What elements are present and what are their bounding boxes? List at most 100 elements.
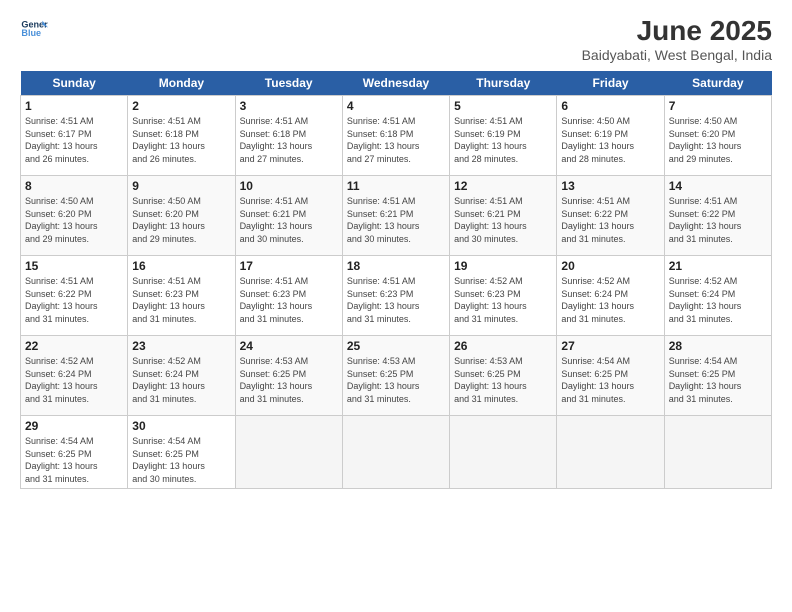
table-row: [664, 416, 771, 489]
header: General Blue June 2025 Baidyabati, West …: [20, 15, 772, 63]
day-number: 30: [132, 419, 230, 433]
day-number: 16: [132, 259, 230, 273]
day-info: Sunrise: 4:51 AM Sunset: 6:23 PM Dayligh…: [132, 275, 230, 325]
table-row: 17 Sunrise: 4:51 AM Sunset: 6:23 PM Dayli…: [235, 256, 342, 336]
day-info: Sunrise: 4:53 AM Sunset: 6:25 PM Dayligh…: [347, 355, 445, 405]
table-row: [450, 416, 557, 489]
table-row: [235, 416, 342, 489]
day-number: 6: [561, 99, 659, 113]
calendar-table: Sunday Monday Tuesday Wednesday Thursday…: [20, 71, 772, 489]
header-friday: Friday: [557, 71, 664, 96]
day-info: Sunrise: 4:51 AM Sunset: 6:22 PM Dayligh…: [561, 195, 659, 245]
day-number: 2: [132, 99, 230, 113]
day-number: 17: [240, 259, 338, 273]
day-info: Sunrise: 4:54 AM Sunset: 6:25 PM Dayligh…: [25, 435, 123, 485]
day-info: Sunrise: 4:51 AM Sunset: 6:18 PM Dayligh…: [240, 115, 338, 165]
day-number: 13: [561, 179, 659, 193]
table-row: 26 Sunrise: 4:53 AM Sunset: 6:25 PM Dayli…: [450, 336, 557, 416]
day-number: 28: [669, 339, 767, 353]
title-section: June 2025 Baidyabati, West Bengal, India: [582, 15, 772, 63]
day-number: 25: [347, 339, 445, 353]
header-saturday: Saturday: [664, 71, 771, 96]
table-row: 30 Sunrise: 4:54 AM Sunset: 6:25 PM Dayli…: [128, 416, 235, 489]
day-number: 8: [25, 179, 123, 193]
header-thursday: Thursday: [450, 71, 557, 96]
table-row: 12Sunrise: 4:51 AM Sunset: 6:21 PM Dayli…: [450, 176, 557, 256]
day-info: Sunrise: 4:51 AM Sunset: 6:21 PM Dayligh…: [454, 195, 552, 245]
day-number: 21: [669, 259, 767, 273]
table-row: 9 Sunrise: 4:50 AM Sunset: 6:20 PM Daylig…: [128, 176, 235, 256]
subtitle: Baidyabati, West Bengal, India: [582, 47, 772, 63]
table-row: 27 Sunrise: 4:54 AM Sunset: 6:25 PM Dayli…: [557, 336, 664, 416]
day-info: Sunrise: 4:51 AM Sunset: 6:21 PM Dayligh…: [240, 195, 338, 245]
day-number: 27: [561, 339, 659, 353]
day-info: Sunrise: 4:50 AM Sunset: 6:20 PM Dayligh…: [25, 195, 123, 245]
day-number: 18: [347, 259, 445, 273]
day-info: Sunrise: 4:50 AM Sunset: 6:20 PM Dayligh…: [132, 195, 230, 245]
main-title: June 2025: [582, 15, 772, 47]
table-row: 5 Sunrise: 4:51 AM Sunset: 6:19 PM Daylig…: [450, 96, 557, 176]
day-number: 10: [240, 179, 338, 193]
table-row: 18 Sunrise: 4:51 AM Sunset: 6:23 PM Dayli…: [342, 256, 449, 336]
header-sunday: Sunday: [21, 71, 128, 96]
day-info: Sunrise: 4:50 AM Sunset: 6:19 PM Dayligh…: [561, 115, 659, 165]
day-info: Sunrise: 4:53 AM Sunset: 6:25 PM Dayligh…: [240, 355, 338, 405]
table-row: 16 Sunrise: 4:51 AM Sunset: 6:23 PM Dayli…: [128, 256, 235, 336]
day-info: Sunrise: 4:51 AM Sunset: 6:18 PM Dayligh…: [347, 115, 445, 165]
table-row: 29 Sunrise: 4:54 AM Sunset: 6:25 PM Dayli…: [21, 416, 128, 489]
day-info: Sunrise: 4:51 AM Sunset: 6:18 PM Dayligh…: [132, 115, 230, 165]
day-number: 29: [25, 419, 123, 433]
day-number: 24: [240, 339, 338, 353]
day-number: 20: [561, 259, 659, 273]
logo-icon: General Blue: [20, 15, 48, 43]
day-info: Sunrise: 4:50 AM Sunset: 6:20 PM Dayligh…: [669, 115, 767, 165]
day-number: 5: [454, 99, 552, 113]
table-row: 11 Sunrise: 4:51 AM Sunset: 6:21 PM Dayli…: [342, 176, 449, 256]
day-info: Sunrise: 4:54 AM Sunset: 6:25 PM Dayligh…: [132, 435, 230, 485]
day-number: 15: [25, 259, 123, 273]
day-info: Sunrise: 4:52 AM Sunset: 6:23 PM Dayligh…: [454, 275, 552, 325]
table-row: 15 Sunrise: 4:51 AM Sunset: 6:22 PM Dayli…: [21, 256, 128, 336]
table-row: 7Sunrise: 4:50 AM Sunset: 6:20 PM Daylig…: [664, 96, 771, 176]
day-info: Sunrise: 4:51 AM Sunset: 6:17 PM Dayligh…: [25, 115, 123, 165]
day-number: 1: [25, 99, 123, 113]
table-row: 10 Sunrise: 4:51 AM Sunset: 6:21 PM Dayli…: [235, 176, 342, 256]
table-row: 2 Sunrise: 4:51 AM Sunset: 6:18 PM Daylig…: [128, 96, 235, 176]
day-info: Sunrise: 4:52 AM Sunset: 6:24 PM Dayligh…: [561, 275, 659, 325]
table-row: [557, 416, 664, 489]
table-row: 13 Sunrise: 4:51 AM Sunset: 6:22 PM Dayli…: [557, 176, 664, 256]
table-row: 25 Sunrise: 4:53 AM Sunset: 6:25 PM Dayli…: [342, 336, 449, 416]
table-row: 14 Sunrise: 4:51 AM Sunset: 6:22 PM Dayli…: [664, 176, 771, 256]
day-number: 19: [454, 259, 552, 273]
header-tuesday: Tuesday: [235, 71, 342, 96]
day-info: Sunrise: 4:52 AM Sunset: 6:24 PM Dayligh…: [132, 355, 230, 405]
table-row: [342, 416, 449, 489]
day-info: Sunrise: 4:51 AM Sunset: 6:22 PM Dayligh…: [25, 275, 123, 325]
day-number: 4: [347, 99, 445, 113]
svg-text:Blue: Blue: [21, 28, 41, 38]
table-row: 4 Sunrise: 4:51 AM Sunset: 6:18 PM Daylig…: [342, 96, 449, 176]
header-monday: Monday: [128, 71, 235, 96]
day-info: Sunrise: 4:54 AM Sunset: 6:25 PM Dayligh…: [561, 355, 659, 405]
day-info: Sunrise: 4:52 AM Sunset: 6:24 PM Dayligh…: [669, 275, 767, 325]
day-info: Sunrise: 4:51 AM Sunset: 6:23 PM Dayligh…: [240, 275, 338, 325]
day-number: 3: [240, 99, 338, 113]
day-info: Sunrise: 4:51 AM Sunset: 6:22 PM Dayligh…: [669, 195, 767, 245]
day-number: 14: [669, 179, 767, 193]
table-row: 28Sunrise: 4:54 AM Sunset: 6:25 PM Dayli…: [664, 336, 771, 416]
day-number: 11: [347, 179, 445, 193]
table-row: 24 Sunrise: 4:53 AM Sunset: 6:25 PM Dayli…: [235, 336, 342, 416]
day-number: 9: [132, 179, 230, 193]
day-info: Sunrise: 4:51 AM Sunset: 6:23 PM Dayligh…: [347, 275, 445, 325]
table-row: 8 Sunrise: 4:50 AM Sunset: 6:20 PM Daylig…: [21, 176, 128, 256]
day-number: 22: [25, 339, 123, 353]
day-info: Sunrise: 4:51 AM Sunset: 6:21 PM Dayligh…: [347, 195, 445, 245]
table-row: 22Sunrise: 4:52 AM Sunset: 6:24 PM Dayli…: [21, 336, 128, 416]
day-info: Sunrise: 4:51 AM Sunset: 6:19 PM Dayligh…: [454, 115, 552, 165]
day-info: Sunrise: 4:53 AM Sunset: 6:25 PM Dayligh…: [454, 355, 552, 405]
table-row: 3 Sunrise: 4:51 AM Sunset: 6:18 PM Daylig…: [235, 96, 342, 176]
day-number: 26: [454, 339, 552, 353]
table-row: 23 Sunrise: 4:52 AM Sunset: 6:24 PM Dayli…: [128, 336, 235, 416]
day-number: 23: [132, 339, 230, 353]
table-row: 20 Sunrise: 4:52 AM Sunset: 6:24 PM Dayli…: [557, 256, 664, 336]
